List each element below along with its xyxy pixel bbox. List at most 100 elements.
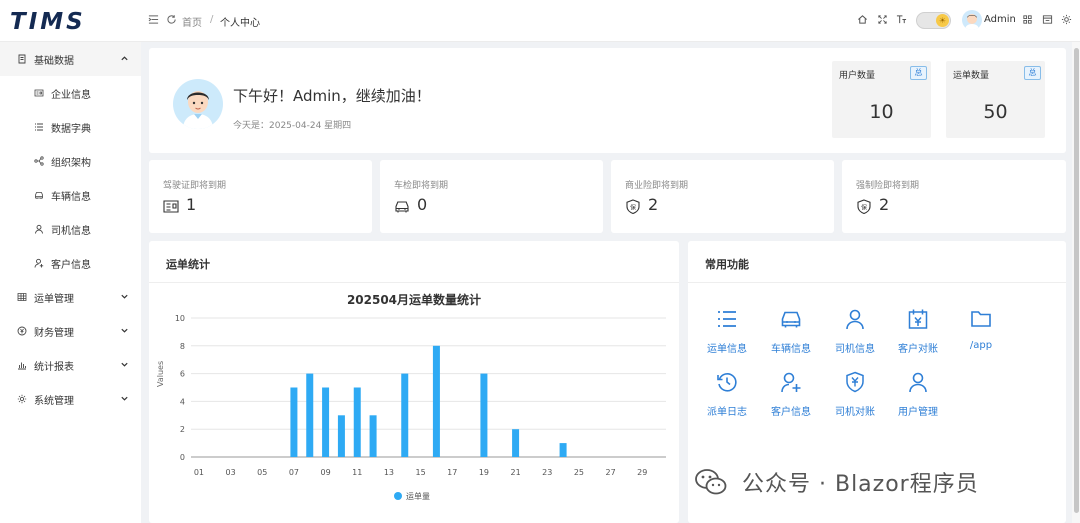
list-icon	[35, 123, 43, 131]
expiry-label: 车检即将到期	[394, 181, 449, 191]
y-tick-label: 0	[180, 453, 185, 462]
y-tick-label: 6	[180, 370, 185, 379]
font-size-icon[interactable]	[896, 14, 907, 25]
x-tick-label: 17	[447, 468, 457, 477]
sidebar-item-finance[interactable]: 财务管理	[0, 314, 141, 348]
bar	[290, 387, 298, 457]
user-avatar[interactable]	[962, 10, 982, 30]
sidebar-item-reports[interactable]: 统计报表	[0, 348, 141, 382]
compulsory-insurance-expiry-card[interactable]: 强制险即将到期 保 2	[842, 160, 1066, 233]
org-icon	[34, 156, 44, 166]
svg-text:TIMS: TIMS	[10, 9, 86, 33]
func-label: 司机对账	[835, 407, 875, 418]
welcome-card: 下午好！Admin，继续加油！ 今天是：2025-04-24 星期四 用户数量 …	[149, 48, 1066, 153]
layout-icon[interactable]	[1022, 14, 1033, 25]
bar	[401, 373, 409, 457]
bar	[369, 415, 377, 457]
x-tick-label: 29	[637, 468, 647, 477]
divider	[688, 282, 1066, 283]
chart-legend[interactable]: 运单量	[394, 491, 430, 502]
theme-toggle[interactable]: ☀	[916, 12, 951, 29]
top-bar: TIMS 首页 / 个人中心 ☀ Admin	[0, 0, 1080, 42]
sidebar-item-label: 车辆信息	[51, 192, 91, 203]
gear-icon	[17, 394, 27, 404]
gear-icon[interactable]	[1061, 14, 1072, 25]
window-icon[interactable]	[1042, 14, 1053, 25]
watermark-text: 公众号 · Blazor程序员	[742, 472, 979, 497]
sidebar-item-label: 统计报表	[34, 362, 74, 373]
func-waybill-info[interactable]: 运单信息	[697, 308, 757, 358]
sidebar-item-label: 系统管理	[34, 396, 74, 407]
breadcrumb-separator: /	[210, 14, 214, 25]
user-icon	[846, 309, 864, 330]
user-name[interactable]: Admin	[984, 14, 1016, 25]
sidebar-item-label: 企业信息	[51, 90, 91, 101]
refresh-icon[interactable]	[166, 14, 177, 25]
page-scrollbar[interactable]	[1072, 42, 1080, 523]
bar	[322, 387, 330, 457]
func-app-folder[interactable]: /app	[951, 308, 1011, 358]
car-icon	[35, 192, 43, 199]
func-label: 客户信息	[771, 407, 811, 418]
total-badge: 总	[1024, 66, 1041, 80]
license-expiry-card[interactable]: 驾驶证即将到期 1	[149, 160, 372, 233]
x-tick-label: 13	[384, 468, 394, 477]
id-card-icon	[163, 200, 179, 213]
sidebar-item-vehicle[interactable]: 车辆信息	[0, 178, 141, 212]
sidebar-item-label: 基础数据	[34, 56, 74, 67]
func-driver-reconcile[interactable]: 司机对账	[825, 371, 885, 421]
list-icon	[18, 54, 26, 64]
func-user-management[interactable]: 用户管理	[888, 371, 948, 421]
tims-logo[interactable]: TIMS	[10, 9, 122, 33]
svg-text:保: 保	[861, 204, 867, 212]
sidebar-item-driver[interactable]: 司机信息	[0, 212, 141, 246]
folder-icon	[971, 311, 991, 327]
x-tick-label: 19	[479, 468, 489, 477]
expiry-value: 2	[879, 195, 890, 214]
expiry-value: 0	[417, 195, 428, 214]
breadcrumb-home[interactable]: 首页	[182, 14, 202, 29]
sidebar-item-customer[interactable]: 客户信息	[0, 246, 141, 280]
user-icon	[909, 372, 927, 393]
sidebar-item-label: 司机信息	[51, 226, 91, 237]
expiry-label: 驾驶证即将到期	[163, 181, 227, 191]
sidebar-item-label: 财务管理	[34, 328, 74, 339]
func-label: 车辆信息	[771, 344, 811, 355]
sidebar-item-label: 客户信息	[51, 260, 91, 271]
func-customer-reconcile[interactable]: 客户对账	[888, 308, 948, 358]
sidebar-item-organization[interactable]: 组织架构	[0, 144, 141, 178]
bar-chart-icon	[18, 362, 26, 370]
chevron-up-icon	[121, 56, 128, 61]
stat-value: 10	[869, 101, 894, 123]
func-vehicle-info[interactable]: 车辆信息	[761, 308, 821, 358]
fullscreen-icon[interactable]	[877, 14, 888, 25]
bar	[480, 373, 488, 457]
total-badge: 总	[910, 66, 927, 80]
sidebar-item-dictionary[interactable]: 数据字典	[0, 110, 141, 144]
bar	[353, 387, 361, 457]
insurance-shield-icon: 保	[626, 199, 640, 214]
sidebar-item-system[interactable]: 系统管理	[0, 382, 141, 416]
inspection-expiry-card[interactable]: 车检即将到期 0	[380, 160, 603, 233]
home-icon[interactable]	[857, 14, 868, 25]
sidebar-item-label: 数据字典	[51, 124, 91, 135]
sidebar-item-base-data[interactable]: 基础数据	[0, 42, 141, 76]
greeting-title: 下午好！Admin，继续加油！	[233, 87, 431, 105]
menu-fold-icon[interactable]	[148, 14, 159, 25]
waybill-count-stat: 运单数量 总 50	[946, 61, 1045, 138]
x-tick-label: 01	[194, 468, 204, 477]
func-customer-info[interactable]: 客户信息	[761, 371, 821, 421]
commercial-insurance-expiry-card[interactable]: 商业险即将到期 保 2	[611, 160, 834, 233]
func-label: 司机信息	[835, 344, 875, 355]
panel-title: 常用功能	[705, 258, 749, 271]
sidebar-item-company[interactable]: 企业信息	[0, 76, 141, 110]
x-tick-label: 27	[605, 468, 615, 477]
scrollbar-thumb[interactable]	[1074, 48, 1079, 513]
bar	[559, 443, 567, 457]
calendar-yen-icon	[908, 309, 928, 329]
func-dispatch-log[interactable]: 派单日志	[697, 371, 757, 421]
x-tick-label: 09	[320, 468, 330, 477]
func-driver-info[interactable]: 司机信息	[825, 308, 885, 358]
y-tick-label: 4	[180, 397, 185, 406]
sidebar-item-waybill[interactable]: 运单管理	[0, 280, 141, 314]
